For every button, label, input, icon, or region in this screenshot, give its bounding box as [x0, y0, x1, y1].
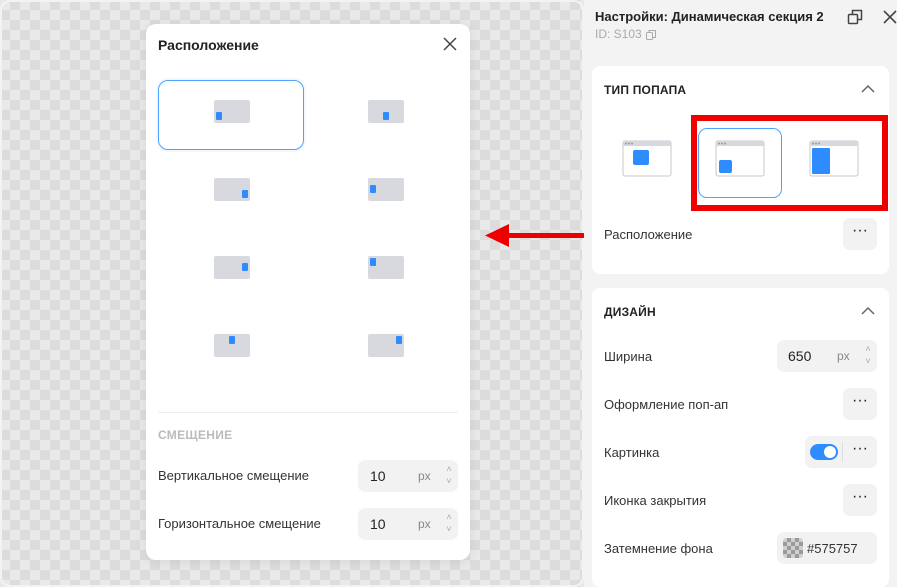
vertical-offset-label: Вертикальное смещение	[158, 468, 309, 483]
position-option-middle-right[interactable]	[158, 236, 304, 306]
position-option-middle-left[interactable]	[312, 158, 458, 228]
vertical-offset-unit: px	[418, 469, 431, 483]
position-preview-icon	[214, 256, 250, 279]
toggle-knob	[824, 446, 836, 458]
width-value: 650	[788, 348, 812, 364]
position-preview-icon	[214, 178, 250, 201]
chevron-up-icon[interactable]	[861, 84, 875, 94]
popup-title: Расположение	[158, 37, 259, 53]
vertical-offset-value: 10	[370, 468, 386, 484]
horizontal-offset-value: 10	[370, 516, 386, 532]
element-id[interactable]: ID: S103	[595, 27, 657, 41]
image-label: Картинка	[604, 445, 660, 460]
overlay-row: Затемнение фона #575757	[604, 532, 877, 564]
close-icon-row: Иконка закрытия ···	[604, 484, 877, 516]
position-preview-icon	[368, 256, 404, 279]
settings-panel: Настройки: Динамическая секция 2 ID: S10…	[584, 0, 897, 587]
overlay-color-value: #575757	[807, 541, 858, 556]
divider	[158, 412, 458, 413]
position-label: Расположение	[604, 227, 693, 242]
popup-type-sidebar[interactable]	[792, 128, 876, 198]
stepper-icon[interactable]: ˄ ˅	[863, 343, 873, 367]
offset-section-title: СМЕЩЕНИЕ	[158, 428, 233, 442]
popup-type-preview-icon	[809, 140, 859, 177]
image-more-button[interactable]: ···	[843, 436, 877, 468]
horizontal-offset-unit: px	[418, 517, 431, 531]
popup-type-preview-icon	[622, 140, 672, 177]
image-toggle[interactable]	[810, 444, 838, 460]
stepper-icon[interactable]: ˄ ˅	[444, 511, 454, 537]
width-row: Ширина 650 px ˄ ˅	[604, 340, 877, 372]
position-preview-icon	[368, 100, 404, 123]
position-preview-icon	[214, 334, 250, 357]
copy-icon[interactable]	[646, 29, 657, 40]
stepper-icon[interactable]: ˄ ˅	[444, 463, 454, 489]
panel-title: Настройки: Динамическая секция 2	[595, 9, 824, 24]
position-option-top-center[interactable]	[158, 314, 304, 384]
position-preview-icon	[368, 334, 404, 357]
horizontal-offset-row: Горизонтальное смещение 10 px ˄ ˅	[158, 508, 458, 540]
position-option-top-left[interactable]	[312, 236, 458, 306]
close-icon[interactable]	[442, 36, 458, 52]
color-swatch	[783, 538, 803, 558]
popup-type-bottom-left[interactable]	[698, 128, 782, 198]
popup-type-section: ТИП ПОПАПА Расположение ···	[592, 66, 889, 274]
close-icon-more-button[interactable]: ···	[843, 484, 877, 516]
width-label: Ширина	[604, 349, 653, 364]
design-title: ДИЗАЙН	[604, 305, 656, 319]
position-preview-icon	[214, 100, 250, 123]
position-popup: Расположение СМЕЩЕНИЕ Вертикальное смеще…	[146, 24, 470, 560]
popup-style-more-button[interactable]: ···	[843, 388, 877, 420]
position-option-top-right[interactable]	[312, 314, 458, 384]
width-unit: px	[837, 349, 850, 363]
position-preview-icon	[368, 178, 404, 201]
position-option-bottom-right[interactable]	[158, 158, 304, 228]
width-input[interactable]: 650 px ˄ ˅	[777, 340, 877, 372]
image-row: Картинка ···	[604, 436, 877, 468]
panel-header: Настройки: Динамическая секция 2 ID: S10…	[584, 0, 897, 58]
position-option-bottom-left[interactable]	[158, 80, 304, 150]
vertical-offset-row: Вертикальное смещение 10 px ˄ ˅	[158, 460, 458, 492]
horizontal-offset-input[interactable]: 10 px ˄ ˅	[358, 508, 458, 540]
overlay-label: Затемнение фона	[604, 541, 713, 556]
close-icon-label: Иконка закрытия	[604, 493, 707, 508]
close-panel-icon[interactable]	[882, 9, 897, 25]
chevron-up-icon[interactable]	[861, 306, 875, 316]
horizontal-offset-label: Горизонтальное смещение	[158, 516, 321, 531]
detach-window-icon[interactable]	[847, 9, 863, 25]
position-option-bottom-center[interactable]	[312, 80, 458, 150]
popup-type-top-left[interactable]	[604, 128, 688, 198]
popup-style-label: Оформление поп-ап	[604, 397, 729, 412]
popup-type-title: ТИП ПОПАПА	[604, 83, 687, 97]
design-section: ДИЗАЙН Ширина 650 px ˄ ˅ Оформление поп-а…	[592, 288, 889, 587]
position-more-button[interactable]: ···	[843, 218, 877, 250]
popup-type-preview-icon	[715, 140, 765, 177]
image-controls: ···	[805, 436, 877, 468]
position-row: Расположение ···	[604, 218, 877, 250]
vertical-offset-input[interactable]: 10 px ˄ ˅	[358, 460, 458, 492]
overlay-color-input[interactable]: #575757	[777, 532, 877, 564]
element-id-text: ID: S103	[595, 27, 642, 41]
popup-style-row: Оформление поп-ап ···	[604, 388, 877, 420]
